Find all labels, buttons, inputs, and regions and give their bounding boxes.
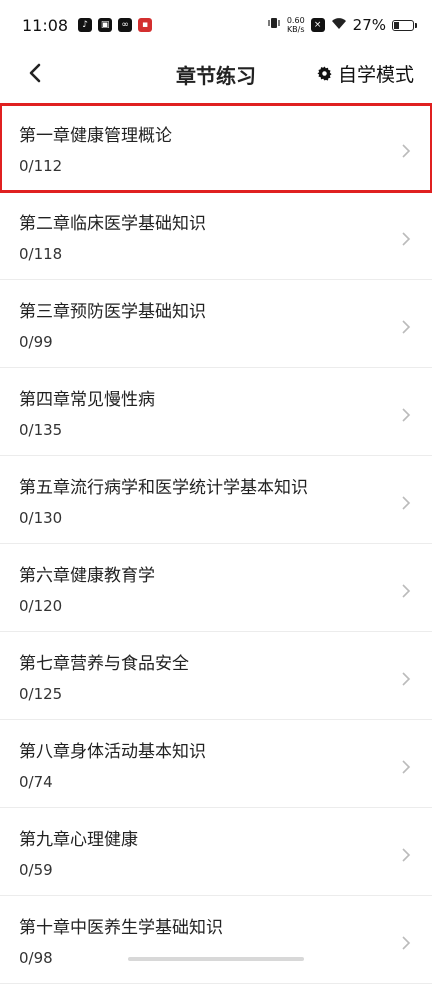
app-notification-icon: ▣ <box>98 18 113 32</box>
chapter-progress: 0/125 <box>19 685 63 703</box>
chapter-item[interactable]: 第七章营养与食品安全 0/125 <box>0 632 432 720</box>
chapter-name: 第五章流行病学和医学统计学基本知识 <box>19 478 308 498</box>
gear-icon <box>317 66 332 81</box>
chapter-progress: 0/120 <box>19 597 63 615</box>
chapter-name: 第一章健康管理概论 <box>19 126 172 146</box>
chapter-name: 第四章常见慢性病 <box>19 390 155 410</box>
home-indicator[interactable] <box>128 957 304 961</box>
chevron-right-icon <box>402 848 411 862</box>
chapter-progress: 0/99 <box>19 333 53 351</box>
chapter-item[interactable]: 第八章身体活动基本知识 0/74 <box>0 720 432 808</box>
battery-icon <box>392 19 417 31</box>
chapter-progress: 0/59 <box>19 861 53 879</box>
app-notification-icon-3: ▪ <box>138 18 153 32</box>
chevron-right-icon <box>402 232 411 246</box>
chevron-right-icon <box>402 320 411 334</box>
chevron-right-icon <box>402 408 411 422</box>
chapter-item[interactable]: 第四章常见慢性病 0/135 <box>0 368 432 456</box>
mode-label: 自学模式 <box>337 64 414 86</box>
chapter-item[interactable]: 第三章预防医学基础知识 0/99 <box>0 280 432 368</box>
status-time: 11:08 <box>22 15 69 35</box>
status-left: 11:08 ♪ ▣ ∞ ▪ <box>22 15 153 35</box>
top-nav-bar: 章节练习 自学模式 <box>0 50 432 98</box>
chevron-right-icon <box>402 496 411 510</box>
chapter-name: 第二章临床医学基础知识 <box>19 214 206 234</box>
chapter-progress: 0/135 <box>19 421 63 439</box>
chapter-item[interactable]: 第一章健康管理概论 0/112 <box>0 103 432 193</box>
chapter-name: 第十章中医养生学基础知识 <box>19 918 223 938</box>
chapter-progress: 0/112 <box>19 157 63 175</box>
vibrate-icon <box>267 16 281 34</box>
chapter-item[interactable]: 第六章健康教育学 0/120 <box>0 544 432 632</box>
chapter-item[interactable]: 第十章中医养生学基础知识 0/98 <box>0 896 432 984</box>
back-button[interactable] <box>24 62 46 84</box>
chevron-right-icon <box>402 672 411 686</box>
chapter-list: 第一章健康管理概论 0/112 第二章临床医学基础知识 0/118 第三章预防医… <box>0 103 432 984</box>
battery-percent: 27% <box>352 16 386 34</box>
network-speed-value: 0.60 <box>286 16 305 25</box>
chapter-name: 第三章预防医学基础知识 <box>19 302 206 322</box>
chapter-item[interactable]: 第五章流行病学和医学统计学基本知识 0/130 <box>0 456 432 544</box>
status-right: 0.60 KB/s × 27% <box>267 16 417 34</box>
chapter-name: 第六章健康教育学 <box>19 566 155 586</box>
sim-off-icon: × <box>310 18 325 32</box>
chevron-left-icon <box>29 63 41 83</box>
status-bar: 11:08 ♪ ▣ ∞ ▪ 0.60 KB/s × 27% <box>0 0 432 50</box>
chapter-progress: 0/130 <box>19 509 63 527</box>
app-notification-icon-2: ∞ <box>118 18 133 32</box>
chapter-progress: 0/118 <box>19 245 63 263</box>
self-study-mode-button[interactable]: 自学模式 <box>317 60 414 87</box>
network-speed-unit: KB/s <box>286 25 305 34</box>
chapter-item[interactable]: 第二章临床医学基础知识 0/118 <box>0 192 432 280</box>
chapter-name: 第九章心理健康 <box>19 830 138 850</box>
chapter-progress: 0/98 <box>19 949 53 967</box>
chapter-progress: 0/74 <box>19 773 53 791</box>
chevron-right-icon <box>402 584 411 598</box>
chevron-right-icon <box>402 760 411 774</box>
wifi-icon <box>331 16 347 34</box>
chevron-right-icon <box>402 936 411 950</box>
chapter-name: 第七章营养与食品安全 <box>19 654 189 674</box>
chapter-name: 第八章身体活动基本知识 <box>19 742 206 762</box>
network-speed: 0.60 KB/s <box>287 16 305 34</box>
tiktok-icon: ♪ <box>78 18 93 32</box>
chevron-right-icon <box>402 144 411 158</box>
chapter-item[interactable]: 第九章心理健康 0/59 <box>0 808 432 896</box>
